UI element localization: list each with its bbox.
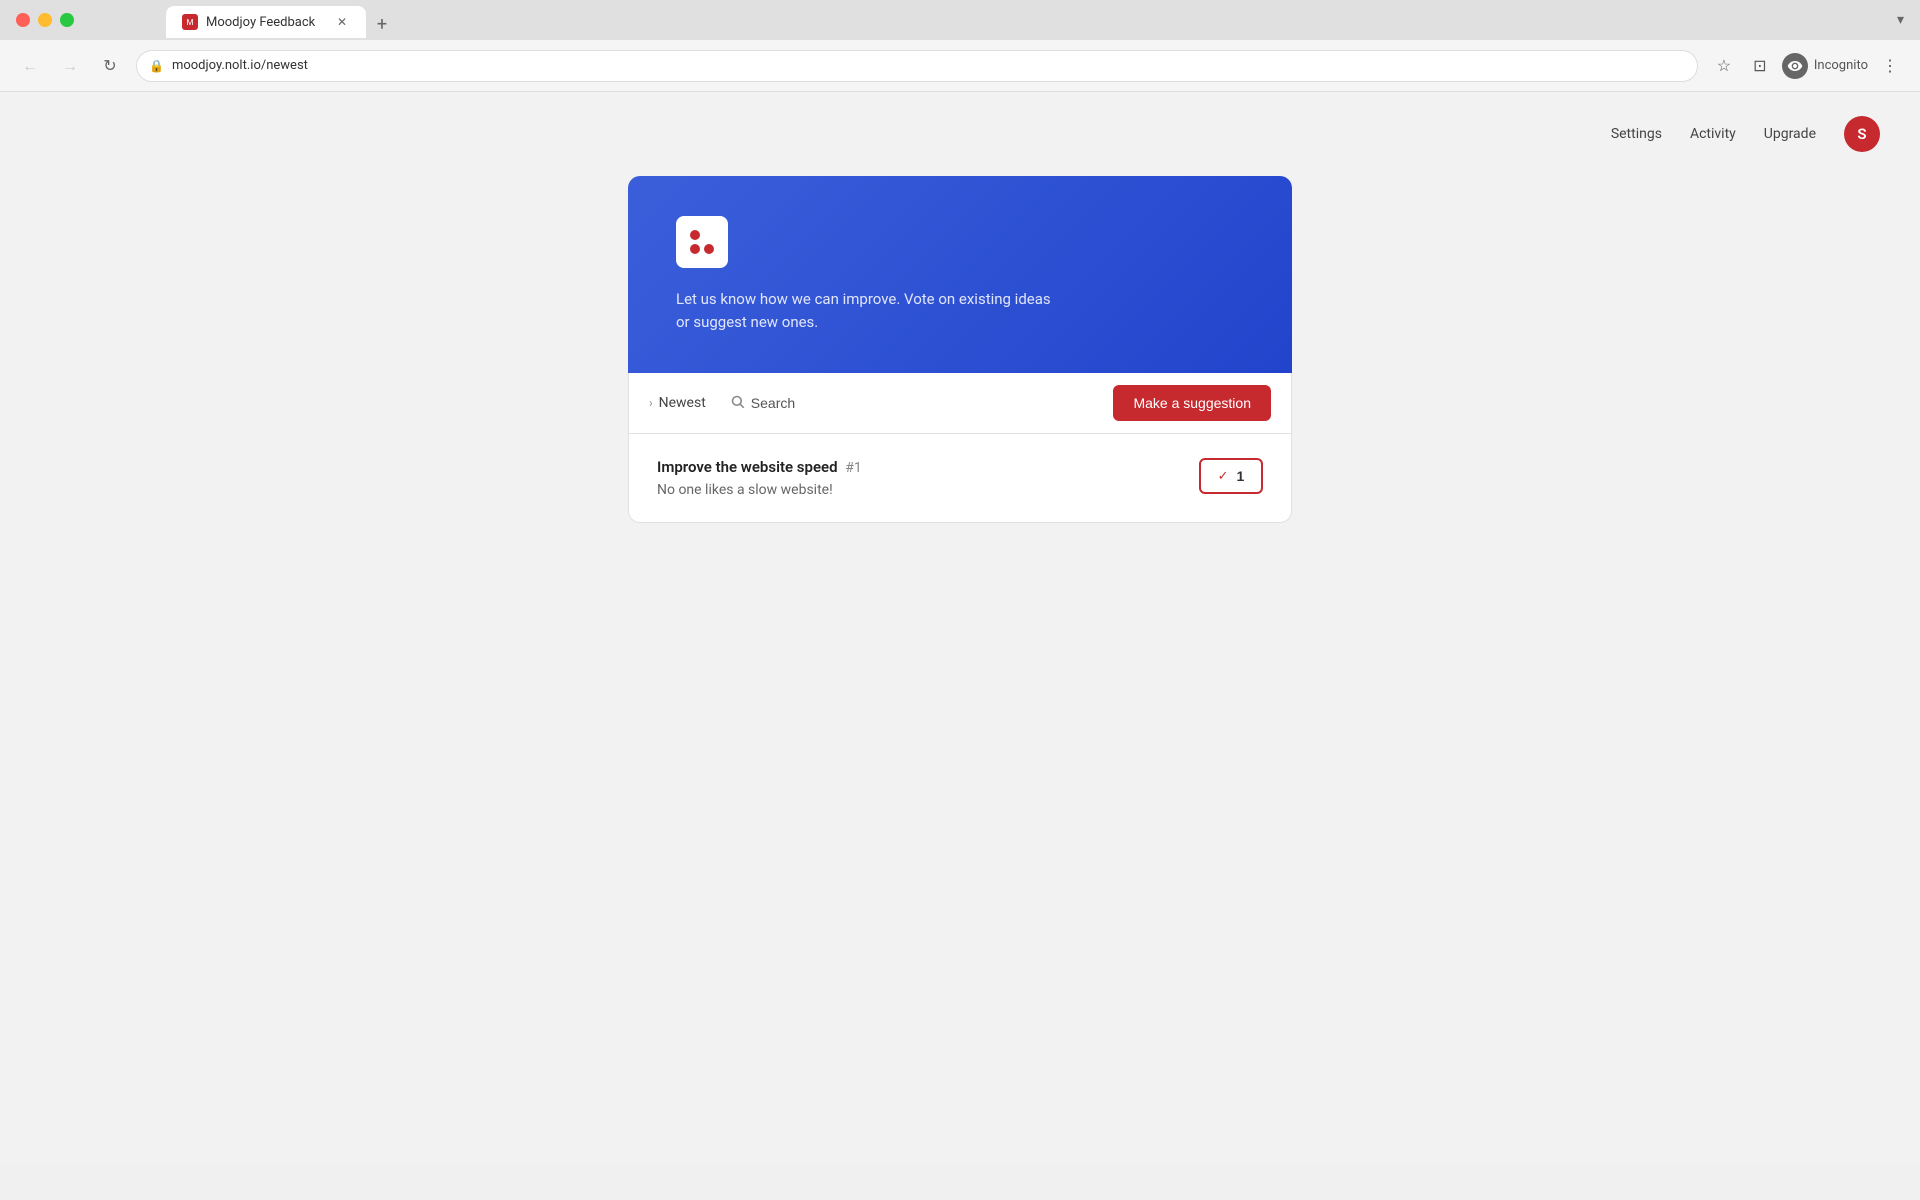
browser-actions: ☆ ⊡ Incognito ⋮ [1710,52,1904,80]
suggestion-description: No one likes a slow website! [657,482,1199,498]
split-screen-button[interactable]: ⊡ [1746,52,1774,80]
dot-3 [690,244,700,254]
upgrade-link[interactable]: Upgrade [1764,126,1816,142]
search-icon [730,394,745,413]
vote-button[interactable]: ✓ 1 [1199,458,1263,494]
activity-link[interactable]: Activity [1690,126,1736,142]
search-label: Search [751,395,795,411]
suggestion-info: Improve the website speed #1 No one like… [657,458,1199,498]
tab-title: Moodjoy Feedback [206,15,315,30]
incognito-badge: Incognito [1782,53,1868,79]
lock-icon: 🔒 [149,59,164,73]
brand-logo-dots [688,228,716,256]
minimize-window-button[interactable] [38,13,52,27]
bookmark-button[interactable]: ☆ [1710,52,1738,80]
traffic-lights [16,13,74,27]
reload-button[interactable]: ↻ [96,52,124,80]
tab-list-button[interactable]: ▾ [1897,12,1904,28]
action-bar: › Newest Search Make a suggestion [628,373,1292,433]
dot-2 [704,230,714,240]
sort-label: Newest [659,395,706,411]
hero-description: Let us know how we can improve. Vote on … [676,288,1056,333]
app-content: Settings Activity Upgrade S Let us know … [0,92,1920,1164]
browser-toolbar: ← → ↻ 🔒 moodjoy.nolt.io/newest ☆ ⊡ Incog… [0,40,1920,92]
browser-chrome: M Moodjoy Feedback ✕ + ▾ ← → ↻ 🔒 moodjoy… [0,0,1920,92]
search-button[interactable]: Search [730,394,795,413]
url-text: moodjoy.nolt.io/newest [172,58,308,73]
chevron-right-icon: › [649,396,653,410]
forward-button[interactable]: → [56,52,84,80]
hero-banner: Let us know how we can improve. Vote on … [628,176,1292,373]
table-row: Improve the website speed #1 No one like… [629,434,1291,522]
close-window-button[interactable] [16,13,30,27]
dot-4 [704,244,714,254]
suggestions-list: Improve the website speed #1 No one like… [628,433,1292,523]
vote-check-icon: ✓ [1218,468,1229,484]
feedback-board: Let us know how we can improve. Vote on … [628,176,1292,523]
dot-1 [690,230,700,240]
incognito-icon [1782,53,1808,79]
make-suggestion-button[interactable]: Make a suggestion [1113,385,1271,421]
tab-bar: M Moodjoy Feedback ✕ + [86,2,396,38]
new-tab-button[interactable]: + [368,10,396,38]
avatar[interactable]: S [1844,116,1880,152]
back-button[interactable]: ← [16,52,44,80]
incognito-label: Incognito [1814,58,1868,73]
suggestion-title-text: Improve the website speed [657,458,838,476]
tab-close-button[interactable]: ✕ [334,14,350,30]
tab-favicon: M [182,14,198,30]
vote-count: 1 [1237,468,1245,484]
browser-menu-button[interactable]: ⋮ [1876,52,1904,80]
active-tab[interactable]: M Moodjoy Feedback ✕ [166,6,366,38]
title-bar: M Moodjoy Feedback ✕ + ▾ [0,0,1920,40]
maximize-window-button[interactable] [60,13,74,27]
suggestion-title: Improve the website speed #1 [657,458,1199,476]
settings-link[interactable]: Settings [1611,126,1662,142]
brand-logo [676,216,728,268]
suggestion-id: #1 [845,460,862,476]
main-content: Let us know how we can improve. Vote on … [0,176,1920,523]
top-navigation: Settings Activity Upgrade S [0,92,1920,176]
address-bar[interactable]: 🔒 moodjoy.nolt.io/newest [136,50,1698,82]
sort-filter[interactable]: › Newest [649,395,706,411]
